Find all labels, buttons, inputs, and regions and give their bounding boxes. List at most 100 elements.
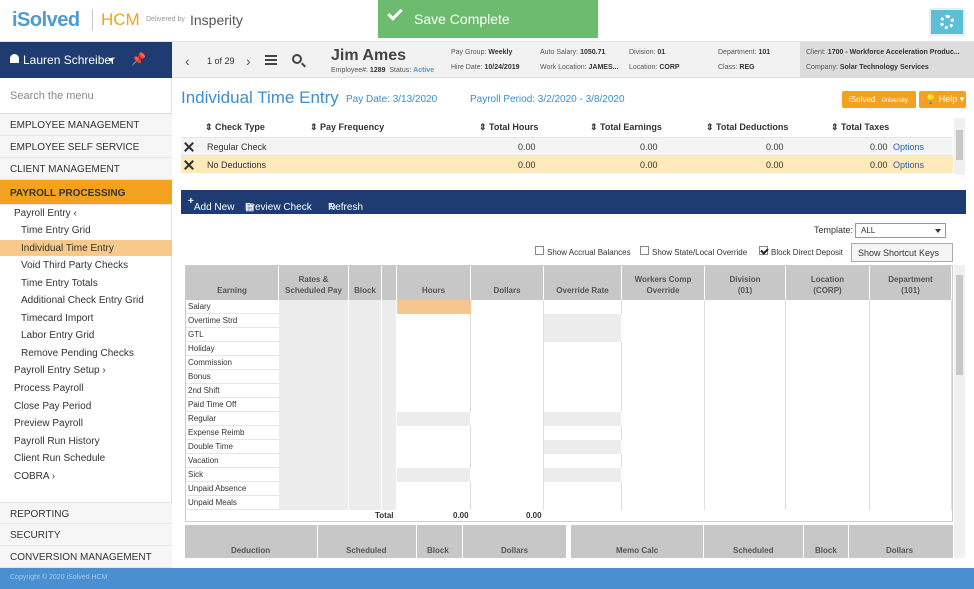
column-header-pay-frequency[interactable]: ⇕ Pay Frequency: [310, 122, 384, 133]
earnings-cell[interactable]: [870, 328, 952, 342]
earnings-cell[interactable]: [544, 328, 622, 342]
scrollbar-thumb[interactable]: [956, 275, 963, 375]
sidebar-item-close-pay-period[interactable]: Close Pay Period: [14, 401, 91, 412]
chevron-down-icon[interactable]: [108, 58, 114, 62]
help-button[interactable]: 💡 Help ▾: [919, 91, 966, 108]
earnings-cell[interactable]: [705, 300, 786, 314]
earnings-cell[interactable]: [471, 356, 544, 370]
block-direct-deposit-checkbox[interactable]: [759, 246, 768, 255]
earnings-cell[interactable]: [622, 384, 705, 398]
earnings-cell[interactable]: [870, 496, 952, 510]
earnings-cell[interactable]: [705, 454, 786, 468]
list-icon[interactable]: [265, 55, 277, 65]
main-scrollbar[interactable]: [954, 265, 965, 558]
sidebar-item-payroll-entry-setup[interactable]: Payroll Entry Setup ›: [14, 365, 106, 376]
earnings-cell[interactable]: [622, 426, 705, 440]
scrollbar-thumb[interactable]: [956, 130, 963, 160]
sidebar-section-employee-self-service[interactable]: EMPLOYEE SELF SERVICE: [0, 136, 172, 158]
earnings-cell[interactable]: [622, 370, 705, 384]
earnings-cell[interactable]: [622, 314, 705, 328]
earnings-cell[interactable]: [705, 384, 786, 398]
user-menu[interactable]: Lauren Schreiber 📌: [0, 42, 172, 78]
sidebar-item-timecard-import[interactable]: Timecard Import: [21, 313, 93, 324]
earnings-cell[interactable]: [544, 426, 622, 440]
show-accrual-balances-checkbox[interactable]: [535, 246, 544, 255]
template-select[interactable]: ALL: [855, 223, 946, 238]
earnings-cell[interactable]: [786, 454, 870, 468]
earnings-cell[interactable]: [870, 356, 952, 370]
sidebar-section-security[interactable]: SECURITY: [0, 524, 172, 546]
earnings-cell[interactable]: [870, 412, 952, 426]
earnings-cell[interactable]: [622, 496, 705, 510]
earnings-cell[interactable]: [622, 468, 705, 482]
earnings-cell[interactable]: [705, 328, 786, 342]
earnings-cell[interactable]: [622, 356, 705, 370]
earnings-cell[interactable]: [544, 300, 622, 314]
sidebar-section-conversion-management[interactable]: CONVERSION MANAGEMENT: [0, 546, 172, 568]
earnings-cell[interactable]: [544, 356, 622, 370]
earnings-cell[interactable]: [471, 398, 544, 412]
earnings-cell[interactable]: [544, 482, 622, 496]
sidebar-item-remove-pending-checks[interactable]: Remove Pending Checks: [21, 348, 134, 359]
earnings-cell[interactable]: [544, 398, 622, 412]
sidebar-item-client-run-schedule[interactable]: Client Run Schedule: [14, 453, 105, 464]
earnings-cell[interactable]: [705, 342, 786, 356]
column-header-total-taxes[interactable]: ⇕ Total Taxes: [831, 122, 889, 133]
earnings-cell[interactable]: [622, 440, 705, 454]
earnings-cell[interactable]: [870, 454, 952, 468]
earnings-cell[interactable]: [786, 370, 870, 384]
sidebar-item-cobra[interactable]: COBRA ›: [14, 471, 55, 482]
earnings-cell[interactable]: [705, 412, 786, 426]
earnings-cell[interactable]: [786, 440, 870, 454]
earnings-cell[interactable]: [544, 412, 622, 426]
earnings-cell[interactable]: [397, 412, 471, 426]
earnings-cell[interactable]: [471, 468, 544, 482]
earnings-cell[interactable]: [622, 412, 705, 426]
earnings-cell[interactable]: [870, 370, 952, 384]
add-new-button[interactable]: + Add New: [188, 196, 234, 213]
earnings-cell[interactable]: [786, 314, 870, 328]
earnings-cell[interactable]: [786, 398, 870, 412]
show-shortcut-keys-button[interactable]: Show Shortcut Keys: [851, 243, 953, 262]
earnings-cell[interactable]: [397, 468, 471, 482]
column-header-total-deductions[interactable]: ⇕ Total Deductions: [706, 122, 788, 133]
isolved-logo[interactable]: iSolved: [12, 9, 80, 32]
earnings-cell[interactable]: [544, 454, 622, 468]
earnings-cell[interactable]: [471, 426, 544, 440]
isolved-university-button[interactable]: iSolved University: [842, 91, 916, 108]
earnings-cell[interactable]: [786, 412, 870, 426]
earnings-cell[interactable]: [544, 468, 622, 482]
earnings-cell[interactable]: [870, 482, 952, 496]
earnings-cell[interactable]: [397, 370, 471, 384]
earnings-cell[interactable]: [786, 496, 870, 510]
earnings-cell[interactable]: [397, 300, 471, 314]
sidebar-section-client-management[interactable]: CLIENT MANAGEMENT: [0, 158, 172, 180]
earnings-cell[interactable]: [471, 328, 544, 342]
earnings-cell[interactable]: [471, 370, 544, 384]
earnings-cell[interactable]: [622, 342, 705, 356]
earnings-cell[interactable]: [397, 440, 471, 454]
earnings-cell[interactable]: [397, 356, 471, 370]
checks-scrollbar[interactable]: [954, 118, 965, 175]
earnings-cell[interactable]: [544, 496, 622, 510]
previous-employee-button[interactable]: ‹: [185, 53, 190, 69]
earnings-cell[interactable]: [471, 482, 544, 496]
earnings-cell[interactable]: [870, 300, 952, 314]
earnings-cell[interactable]: [705, 440, 786, 454]
earnings-cell[interactable]: [622, 398, 705, 412]
sidebar-item-process-payroll[interactable]: Process Payroll: [14, 383, 83, 394]
earnings-cell[interactable]: [397, 426, 471, 440]
show-state-local-override-checkbox[interactable]: [640, 246, 649, 255]
earnings-cell[interactable]: [544, 342, 622, 356]
sidebar-item-labor-entry-grid[interactable]: Labor Entry Grid: [21, 330, 94, 341]
earnings-cell[interactable]: [870, 398, 952, 412]
app-settings-icon[interactable]: [929, 8, 965, 36]
sidebar-item-void-third-party-checks[interactable]: Void Third Party Checks: [21, 260, 128, 271]
earnings-cell[interactable]: [622, 454, 705, 468]
options-link[interactable]: Options: [893, 142, 924, 152]
table-row[interactable]: No Deductions 0.00 0.00 0.00 0.00 Option…: [181, 155, 953, 173]
sidebar-section-employee-management[interactable]: EMPLOYEE MANAGEMENT: [0, 114, 172, 136]
column-header-check-type[interactable]: ⇕ Check Type: [205, 122, 265, 133]
sidebar-section-payroll-processing[interactable]: PAYROLL PROCESSING: [0, 180, 172, 205]
sidebar-item-time-entry-grid[interactable]: Time Entry Grid: [21, 225, 91, 236]
